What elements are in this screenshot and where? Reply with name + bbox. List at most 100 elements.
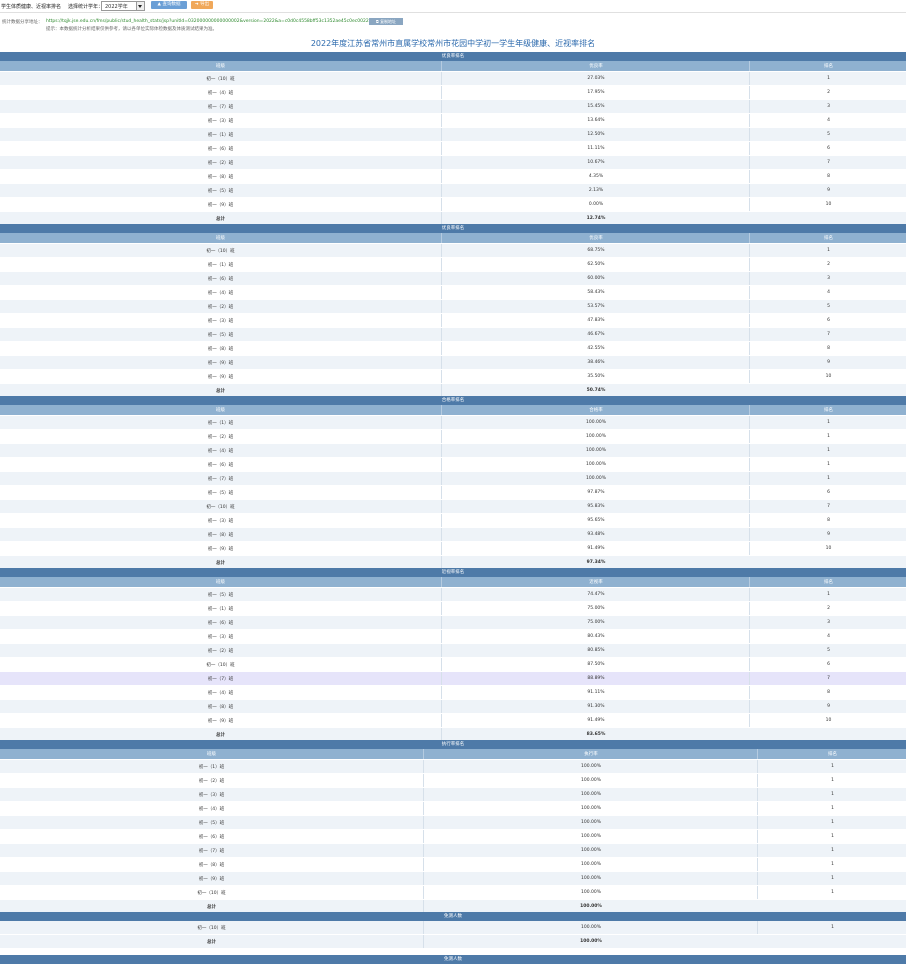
table-row[interactable]: 初一（7）班 100.00% 1	[0, 472, 906, 486]
table-row[interactable]: 初一（2）班 100.00% 1	[0, 430, 906, 444]
class-name-cell: 初一（8）班	[207, 704, 234, 710]
class-name-cell: 初一（5）班	[207, 490, 234, 496]
table-row[interactable]: 初一（6）班 100.00% 1	[0, 830, 906, 844]
column-header[interactable]: 班级	[0, 749, 423, 759]
table-row[interactable]: 初一（1）班 62.50% 2	[0, 258, 906, 272]
table-row[interactable]: 初一（2）班 100.00% 1	[0, 774, 906, 788]
table-row[interactable]: 初一（1）班 100.00% 1	[0, 760, 906, 774]
export-button[interactable]: ➜ 导出	[191, 1, 213, 9]
table-row[interactable]: 初一（10）班 87.50% 6	[0, 658, 906, 672]
column-header[interactable]: 班级	[0, 61, 441, 71]
table-row[interactable]: 初一（4）班 100.00% 1	[0, 444, 906, 458]
table-row[interactable]: 初一（5）班 100.00% 1	[0, 816, 906, 830]
table-row[interactable]: 初一（9）班 38.46% 9	[0, 356, 906, 370]
rate-cell: 80.85%	[441, 644, 750, 657]
table-row[interactable]: 初一（6）班 75.00% 3	[0, 616, 906, 630]
table-row[interactable]: 初一（4）班 17.95% 2	[0, 86, 906, 100]
table-row[interactable]: 初一（9）班 100.00% 1	[0, 872, 906, 886]
column-header[interactable]: 排名	[749, 577, 906, 587]
table-row[interactable]: 初一（1）班 12.50% 5	[0, 128, 906, 142]
table-row[interactable]: 初一（3）班 80.43% 4	[0, 630, 906, 644]
table-row[interactable]: 初一（3）班 100.00% 1	[0, 788, 906, 802]
table-row[interactable]: 初一（5）班 46.67% 7	[0, 328, 906, 342]
table-row[interactable]: 初一（5）班 74.47% 1	[0, 588, 906, 602]
rank-cell: 1	[757, 844, 906, 857]
table-row[interactable]: 初一（7）班 88.89% 7	[0, 672, 906, 686]
table-row[interactable]: 初一（8）班 100.00% 1	[0, 858, 906, 872]
rank-cell: 8	[749, 686, 906, 699]
table-row[interactable]: 初一（2）班 53.57% 5	[0, 300, 906, 314]
rate-cell: 88.89%	[441, 672, 750, 685]
year-select[interactable]: 2022学年	[101, 1, 145, 11]
column-header[interactable]: 班级	[0, 233, 441, 243]
table-row[interactable]: 初一（7）班 15.45% 3	[0, 100, 906, 114]
table-row[interactable]: 初一（4）班 91.11% 8	[0, 686, 906, 700]
column-header[interactable]: 班级	[0, 577, 441, 587]
column-header[interactable]: 优良率	[441, 61, 750, 71]
table-row[interactable]: 初一（1）班 100.00% 1	[0, 416, 906, 430]
table-row[interactable]: 初一（2）班 10.67% 7	[0, 156, 906, 170]
total-value: 100.00%	[423, 935, 758, 948]
table-row[interactable]: 初一（4）班 100.00% 1	[0, 802, 906, 816]
class-name-cell: 初一（2）班	[207, 160, 234, 166]
chevron-down-icon[interactable]	[136, 2, 144, 10]
column-header[interactable]: 合格率	[441, 405, 750, 415]
table-row[interactable]: 初一（10）班 100.00% 1	[0, 921, 906, 935]
table-row[interactable]: 初一（8）班 91.30% 9	[0, 700, 906, 714]
column-header[interactable]: 排名	[749, 405, 906, 415]
table-row[interactable]: 初一（9）班 35.50% 10	[0, 370, 906, 384]
rank-cell: 7	[749, 156, 906, 169]
share-url[interactable]: https://tqjk.jse.edu.cn/fms/public/stud_…	[46, 19, 372, 24]
rate-cell: 27.03%	[441, 72, 750, 85]
table-row[interactable]: 初一（6）班 11.11% 6	[0, 142, 906, 156]
table-row[interactable]: 初一（8）班 93.48% 9	[0, 528, 906, 542]
table-row[interactable]: 初一（4）班 58.43% 4	[0, 286, 906, 300]
table-row[interactable]: 初一（5）班 2.13% 9	[0, 184, 906, 198]
section-title: 近视率排名	[0, 568, 906, 577]
rate-cell: 93.48%	[441, 528, 750, 541]
column-header[interactable]: 执行率	[423, 749, 758, 759]
table-row[interactable]: 初一（8）班 4.35% 8	[0, 170, 906, 184]
rate-cell: 100.00%	[423, 802, 758, 815]
table-row[interactable]: 初一（9）班 91.49% 10	[0, 714, 906, 728]
table-row[interactable]: 初一（9）班 0.00% 10	[0, 198, 906, 212]
class-name-cell: 初一（5）班	[207, 332, 234, 338]
table-row[interactable]: 初一（3）班 95.65% 8	[0, 514, 906, 528]
table-row[interactable]: 初一（3）班 13.64% 4	[0, 114, 906, 128]
rate-cell: 42.55%	[441, 342, 750, 355]
ranking-section: 合格率排名 班级 合格率 排名 初一（1）班 100.00% 1 初一（2）班 100.00% 1…	[0, 396, 906, 578]
table-row[interactable]: 初一（6）班 60.00% 3	[0, 272, 906, 286]
rank-cell: 1	[749, 72, 906, 85]
table-row[interactable]: 初一（10）班 27.03% 1	[0, 72, 906, 86]
column-header[interactable]: 排名	[749, 61, 906, 71]
rank-cell: 2	[749, 258, 906, 271]
column-header[interactable]: 排名	[749, 233, 906, 243]
table-row[interactable]: 初一（2）班 80.85% 5	[0, 644, 906, 658]
table-row[interactable]: 初一（1）班 75.00% 2	[0, 602, 906, 616]
ranking-section: 优良率排名 班级 优良率 排名 初一（10）班 68.75% 1 初一（1）班 62.50% 2 初…	[0, 224, 906, 406]
rank-cell: 1	[757, 774, 906, 787]
column-header[interactable]: 近视率	[441, 577, 750, 587]
table-row[interactable]: 初一（6）班 100.00% 1	[0, 458, 906, 472]
column-header[interactable]: 班级	[0, 405, 441, 415]
copy-address-button[interactable]: ⧉ 复制地址	[369, 18, 403, 25]
table-row[interactable]: 初一（7）班 100.00% 1	[0, 844, 906, 858]
rate-cell: 100.00%	[423, 886, 758, 899]
table-row[interactable]: 初一（10）班 68.75% 1	[0, 244, 906, 258]
table-row[interactable]: 初一（10）班 100.00% 1	[0, 886, 906, 900]
table-row[interactable]: 初一（8）班 42.55% 8	[0, 342, 906, 356]
class-name-cell: 初一（6）班	[207, 462, 234, 468]
class-name-cell: 初一（4）班	[207, 290, 234, 296]
rank-cell: 2	[749, 602, 906, 615]
table-row[interactable]: 初一（5）班 97.87% 6	[0, 486, 906, 500]
column-header[interactable]: 优良率	[441, 233, 750, 243]
query-button[interactable]: ▲ 查询数据	[151, 1, 187, 9]
class-name-cell: 初一（4）班	[198, 806, 225, 812]
table-row[interactable]: 初一（3）班 47.83% 6	[0, 314, 906, 328]
table-row[interactable]: 初一（9）班 91.49% 10	[0, 542, 906, 556]
rate-cell: 87.50%	[441, 658, 750, 671]
table-row[interactable]: 初一（10）班 95.83% 7	[0, 500, 906, 514]
rate-cell: 13.64%	[441, 114, 750, 127]
column-header[interactable]: 排名	[757, 749, 906, 759]
rank-cell: 8	[749, 170, 906, 183]
